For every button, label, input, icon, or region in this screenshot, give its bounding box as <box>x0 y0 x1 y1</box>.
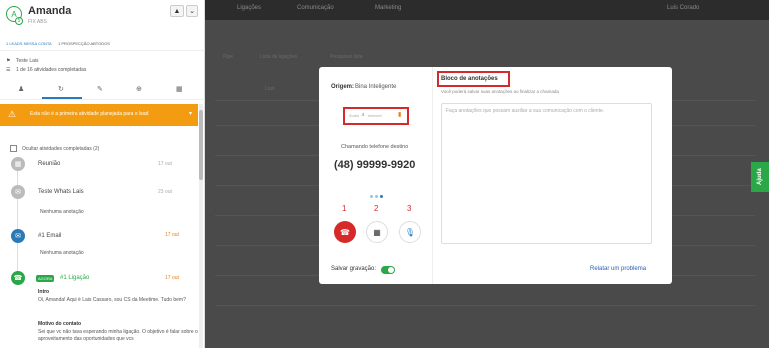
signal-icon: ▮ <box>398 112 402 118</box>
pager-dot[interactable] <box>380 195 383 198</box>
hide-completed-checkbox[interactable] <box>10 145 17 152</box>
user-name[interactable]: Luis Corado <box>667 5 699 11</box>
hide-completed-label: Ocultar atividades completadas (2) <box>22 146 100 152</box>
chevron-down-icon[interactable]: ⌄ <box>186 5 198 17</box>
lead-company: FIX ABS <box>28 19 47 25</box>
activity-title[interactable]: Reunião <box>38 161 60 167</box>
speaker-icon: ♬ <box>361 112 366 118</box>
bg-search: Pesquisar lista <box>330 54 363 60</box>
help-tab[interactable]: Ajuda <box>751 162 769 192</box>
user-icon-button[interactable]: ▲ <box>170 5 184 17</box>
avatar-badge: 5 <box>15 17 23 25</box>
divider <box>0 50 205 51</box>
activity-note: Nenhuma anotação <box>40 209 84 215</box>
label-number-3: 3 <box>407 204 412 213</box>
flag-icon: ⚑ <box>6 58 11 64</box>
internet-label: Internet <box>368 113 382 118</box>
phone-number: (48) 99999-9920 <box>334 159 416 171</box>
nav-comunicacao[interactable]: Comunicação <box>297 5 334 11</box>
activity-tab-icon[interactable]: ↻ <box>58 85 64 93</box>
label-number-1: 1 <box>342 204 347 213</box>
pager-dot[interactable] <box>370 195 373 198</box>
email-icon: ✉ <box>11 229 25 243</box>
label-number-2: 2 <box>374 204 379 213</box>
calling-label: Chamando telefone destino <box>341 144 409 150</box>
bg-label-lista: Lista de ligações <box>260 54 298 60</box>
chevron-down-icon[interactable]: ▾ <box>189 110 192 117</box>
call-pane: Origem: Bina Inteligente Áudio ♬ Interne… <box>319 67 433 284</box>
scrollbar-thumb[interactable] <box>199 110 203 180</box>
keypad-button[interactable]: ▦ <box>366 221 388 243</box>
row-divider <box>215 305 755 306</box>
report-problem-link[interactable]: Relatar um problema <box>590 266 646 272</box>
notes-textarea[interactable] <box>441 103 652 244</box>
user-tab-icon[interactable]: ♟ <box>18 85 24 93</box>
activity-note: Nenhuma anotação <box>40 250 84 256</box>
nav-ligacoes[interactable]: Ligações <box>237 5 261 11</box>
activity-time: 17 out <box>158 161 172 167</box>
audio-label: Áudio <box>349 113 360 118</box>
lead-name: Amanda <box>28 5 72 17</box>
bg-label-pipe: Pipe <box>223 54 234 60</box>
nav-marketing[interactable]: Marketing <box>375 5 401 11</box>
lead-sidebar: A 5 Amanda FIX ABS ▲ ⌄ 1 LEADS NESSA CON… <box>0 0 205 348</box>
origin-value: Bina Inteligente <box>355 84 397 90</box>
hang-up-button[interactable]: ☎ <box>334 221 356 243</box>
activity-title[interactable]: #1 Email <box>38 233 61 239</box>
motivo-label: Motivo do contato <box>38 321 82 327</box>
notes-title: Bloco de anotações <box>441 76 498 82</box>
call-modal: Origem: Bina Inteligente Áudio ♬ Interne… <box>319 67 672 284</box>
warning-icon: ⚠ <box>8 109 17 119</box>
mute-button[interactable]: 🎙 <box>399 221 421 243</box>
activity-title[interactable]: #1 Ligação <box>60 275 89 281</box>
activity-time: 23 out <box>158 189 172 195</box>
top-bar: Ligações Comunicação Marketing Luis Cora… <box>205 0 769 20</box>
bg-label-last: Last <box>265 86 275 92</box>
activity-title[interactable]: Teste Whats Lais <box>38 189 84 195</box>
activity-time: 17 out <box>165 275 179 281</box>
activities-progress: 1 de 16 atividades completadas <box>16 67 87 73</box>
activity-time: 17 out <box>165 232 179 238</box>
notes-subtitle: Você poderá salvar suas anotações ao fin… <box>441 89 559 94</box>
warning-text: Esta não é a primeira atividade planejad… <box>30 111 149 117</box>
calendar-tab-icon[interactable]: ▦ <box>176 85 183 93</box>
cadence-name: Teste Lais <box>16 58 39 64</box>
now-badge: AGORA <box>36 275 55 282</box>
tag-leads[interactable]: 1 LEADS NESSA CONTA <box>6 41 52 46</box>
pager-dot[interactable] <box>375 195 378 198</box>
save-recording-label: Salvar gravação: <box>331 266 377 272</box>
intro-label: Intro <box>38 289 50 295</box>
origin-label: Origem: <box>331 84 355 90</box>
list-icon: ☰ <box>6 67 11 73</box>
divider <box>0 99 205 100</box>
add-contact-tab-icon[interactable]: ⊕ <box>136 85 142 93</box>
tag-prospeccao[interactable]: 1 PROSPECÇÃO ABTODOS <box>58 41 110 46</box>
save-recording-toggle[interactable] <box>381 266 395 274</box>
whatsapp-icon: ✉ <box>11 185 25 199</box>
meeting-icon: ▦ <box>11 157 25 171</box>
edit-tab-icon[interactable]: ✎ <box>97 85 103 93</box>
motivo-text: Sei que vc não tava esperando minha liga… <box>38 329 198 342</box>
phone-icon: ☎ <box>11 271 25 285</box>
warning-banner[interactable]: ⚠ Esta não é a primeira atividade planej… <box>0 104 198 126</box>
intro-text: Oi, Amanda! Aqui é Lais Cassaro, sou CS … <box>38 297 186 303</box>
